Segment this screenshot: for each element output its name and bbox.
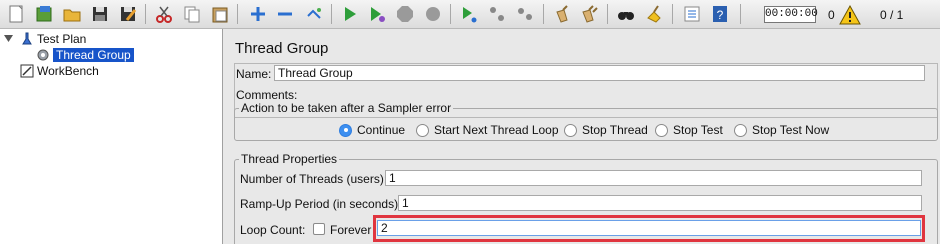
toolbar-separator <box>543 4 544 24</box>
radio-label: Continue <box>357 123 406 137</box>
radio-stop-test-now[interactable]: Stop Test Now <box>734 123 829 137</box>
reset-search-icon[interactable] <box>642 3 666 25</box>
tree-item-label: Test Plan <box>37 32 87 46</box>
num-threads-field[interactable]: 1 <box>385 170 922 186</box>
templates-icon[interactable] <box>32 3 56 25</box>
toolbar-separator <box>331 4 332 24</box>
tree-item-workbench[interactable]: WorkBench <box>20 63 99 79</box>
radio-unselected-icon <box>416 123 429 137</box>
save-icon[interactable] <box>88 3 112 25</box>
radio-start-next-thread-loop[interactable]: Start Next Thread Loop <box>416 123 559 137</box>
search-icon[interactable] <box>614 3 638 25</box>
clear-icon[interactable] <box>550 3 574 25</box>
error-count: 0 <box>828 8 835 22</box>
radio-label: Stop Test Now <box>752 123 830 137</box>
function-helper-icon[interactable] <box>680 3 704 25</box>
thread-properties-legend: Thread Properties <box>241 152 338 166</box>
name-label: Name: <box>236 67 272 81</box>
radio-unselected-icon <box>734 123 747 137</box>
toolbar-separator <box>672 4 673 24</box>
expand-triangle-icon[interactable] <box>4 35 13 43</box>
start-no-pauses-icon[interactable] <box>365 3 389 25</box>
new-icon[interactable] <box>4 3 28 25</box>
radio-unselected-icon <box>564 123 577 137</box>
collapse-icon[interactable] <box>273 3 297 25</box>
tree-item-test-plan[interactable]: Test Plan <box>20 31 86 47</box>
stop-icon[interactable] <box>393 3 417 25</box>
remote-stop-icon[interactable] <box>485 3 509 25</box>
comments-label: Comments: <box>236 88 298 102</box>
radio-unselected-icon <box>655 123 668 137</box>
test-plan-tree: Test Plan Thread Group WorkBench <box>0 29 223 244</box>
gear-icon <box>36 48 50 62</box>
active-threads-count: 0 / 1 <box>880 8 904 22</box>
warning-icon[interactable] <box>839 5 861 25</box>
toolbar-separator <box>237 4 238 24</box>
radio-label: Stop Thread <box>582 123 648 137</box>
sampler-error-legend: Action to be taken after a Sampler error <box>241 101 452 115</box>
remote-start-icon[interactable] <box>457 3 481 25</box>
toolbar: ? 00:00:00 0 0 / 1 <box>0 0 940 29</box>
thread-group-panel: Thread Group Name: Thread Group Comments… <box>224 29 940 244</box>
save-as-icon[interactable] <box>116 3 140 25</box>
svg-text:?: ? <box>717 8 724 22</box>
remote-shutdown-icon[interactable] <box>513 3 537 25</box>
radio-stop-thread[interactable]: Stop Thread <box>564 123 648 137</box>
toolbar-separator <box>145 4 146 24</box>
ramp-up-label: Ramp-Up Period (in seconds): <box>240 197 402 211</box>
open-icon[interactable] <box>60 3 84 25</box>
toolbar-separator <box>450 4 451 24</box>
workbench-icon <box>20 64 34 78</box>
test-plan-icon <box>20 32 34 46</box>
toolbar-separator <box>607 4 608 24</box>
loop-count-label: Loop Count: <box>240 223 306 237</box>
toolbar-separator <box>740 4 741 24</box>
name-field[interactable]: Thread Group <box>274 65 925 81</box>
num-threads-label: Number of Threads (users): <box>240 172 388 186</box>
help-icon[interactable]: ? <box>708 3 732 25</box>
tree-item-label: Thread Group <box>53 48 134 62</box>
tree-item-thread-group[interactable]: Thread Group <box>36 47 134 63</box>
elapsed-timer: 00:00:00 <box>764 6 818 23</box>
radio-continue[interactable]: Continue <box>339 123 405 137</box>
shutdown-icon[interactable] <box>421 3 445 25</box>
page-title: Thread Group <box>235 40 329 57</box>
paste-icon[interactable] <box>208 3 232 25</box>
cut-icon[interactable] <box>152 3 176 25</box>
forever-checkbox[interactable] <box>313 223 325 235</box>
toggle-icon[interactable] <box>302 3 326 25</box>
radio-label: Stop Test <box>673 123 723 137</box>
expand-icon[interactable] <box>246 3 270 25</box>
radio-stop-test[interactable]: Stop Test <box>655 123 723 137</box>
radio-label: Start Next Thread Loop <box>434 123 559 137</box>
clear-all-icon[interactable] <box>578 3 602 25</box>
start-icon[interactable] <box>338 3 362 25</box>
tree-item-label: WorkBench <box>37 64 99 78</box>
ramp-up-field[interactable]: 1 <box>398 195 922 211</box>
forever-label: Forever <box>330 223 372 237</box>
copy-icon[interactable] <box>180 3 204 25</box>
radio-selected-icon <box>339 123 352 137</box>
loop-count-field[interactable]: 2 <box>377 220 921 236</box>
